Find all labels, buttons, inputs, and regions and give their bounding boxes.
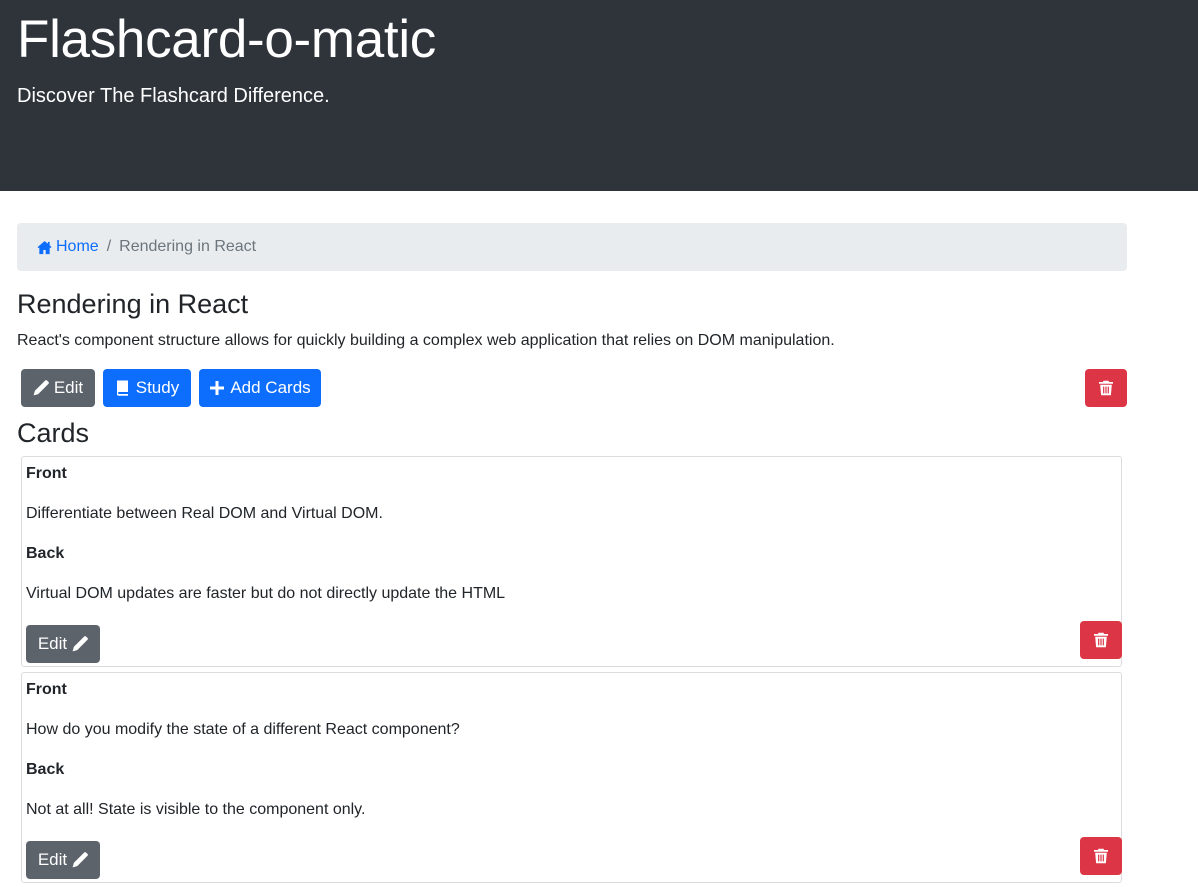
deck-title: Rendering in React [17,289,249,319]
study-button[interactable]: Study [103,369,191,407]
edit-deck-button[interactable]: Edit [21,369,95,407]
app-title: Flashcard-o-matic [17,10,437,69]
edit-card-label: Edit [37,850,68,869]
header-jumbotron: Flashcard-o-matic Discover The Flashcard… [0,0,1198,191]
delete-deck-button[interactable] [1085,369,1127,407]
trash-icon [1099,380,1113,396]
deck-description: React's component structure allows for q… [17,332,835,349]
add-cards-label: Add Cards [230,378,311,397]
edit-card-button[interactable]: Edit [26,625,100,663]
card-front-text: Differentiate between Real DOM and Virtu… [26,505,383,522]
flashcard: Front Differentiate between Real DOM and… [21,456,1122,667]
card-front-label: Front [26,681,67,698]
study-label: Study [135,378,180,397]
pencil-icon [72,852,88,868]
trash-icon [1094,632,1108,648]
card-front-label: Front [26,465,67,482]
delete-card-button[interactable] [1080,837,1122,875]
card-back-text: Virtual DOM updates are faster but do no… [26,585,506,602]
plus-icon [210,381,225,395]
breadcrumb-home-label: Home [56,238,99,255]
book-icon [116,380,128,396]
edit-deck-label: Edit [53,378,84,397]
app-subtitle: Discover The Flashcard Difference. [17,85,330,107]
house-icon [37,240,52,254]
card-back-label: Back [26,761,65,778]
add-cards-button[interactable]: Add Cards [199,369,321,407]
breadcrumb-home-link[interactable]: Home [37,238,99,256]
edit-card-button[interactable]: Edit [26,841,100,879]
breadcrumb: Home / Rendering in React [17,223,1127,271]
card-back-label: Back [26,545,65,562]
pencil-icon [72,636,88,652]
edit-card-label: Edit [37,634,68,653]
breadcrumb-separator: / [106,238,112,255]
delete-card-button[interactable] [1080,621,1122,659]
card-front-text: How do you modify the state of a differe… [26,721,460,738]
cards-heading: Cards [17,418,90,448]
pencil-icon [33,380,49,396]
flashcard: Front How do you modify the state of a d… [21,672,1122,883]
breadcrumb-current: Rendering in React [119,238,257,255]
trash-icon [1094,848,1108,864]
card-back-text: Not at all! State is visible to the comp… [26,801,366,818]
